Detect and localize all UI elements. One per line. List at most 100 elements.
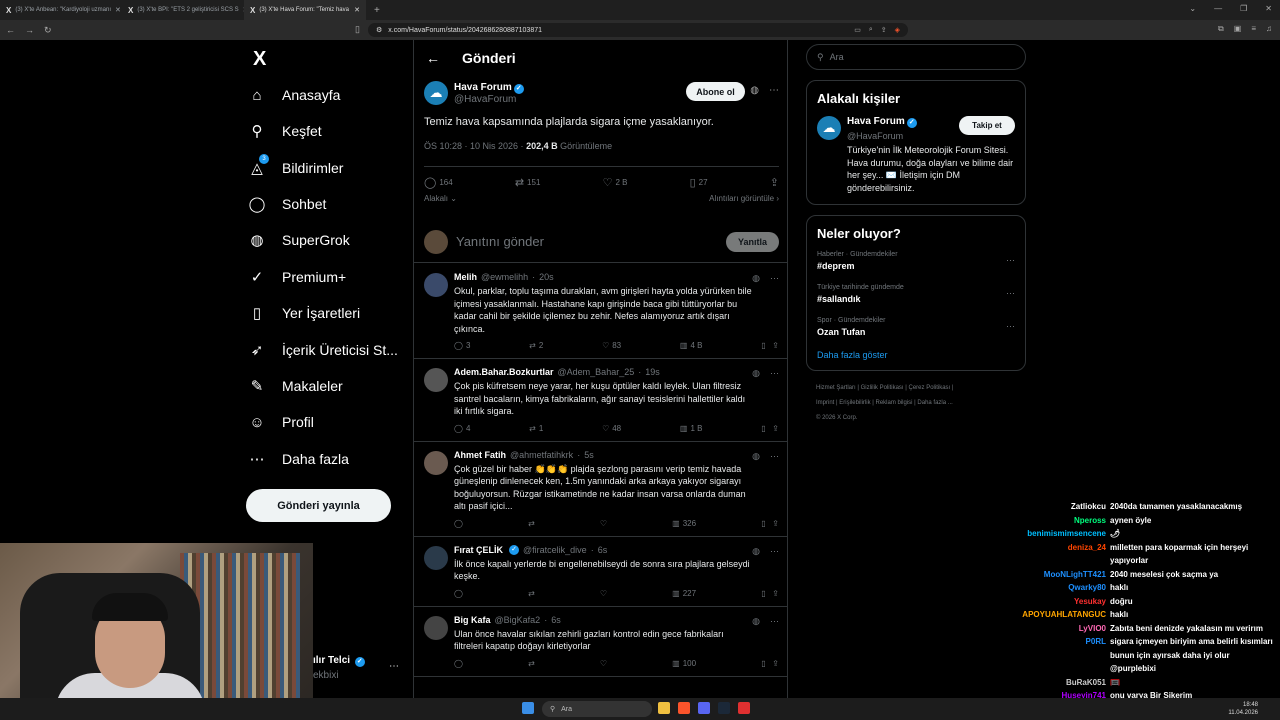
more-icon[interactable]: ⋯	[770, 273, 779, 284]
reply-sort-dropdown[interactable]: Alakalı ⌄	[424, 194, 457, 203]
search-input[interactable]: ⚲ Ara	[806, 44, 1026, 70]
close-icon[interactable]: ✕	[354, 6, 360, 14]
nav-premium[interactable]: ✓ Premium+	[246, 259, 416, 295]
nav-chat[interactable]: ◯ Sohbet	[246, 186, 416, 222]
more-icon[interactable]: ⋯	[389, 661, 399, 672]
bookmark-share[interactable]: ▯ ⇪	[761, 341, 779, 350]
nav-profile[interactable]: ☺ Profil	[246, 404, 416, 440]
more-icon[interactable]: ⋯	[770, 616, 779, 627]
bookmark-page-icon[interactable]: ▯	[355, 24, 360, 35]
reply-item[interactable]: Fırat ÇELİK ✓ @firatcelik_dive · 6s ◍ ⋯ İlk ö…	[414, 537, 787, 607]
repost-button[interactable]: ⇄	[528, 519, 535, 528]
grok-icon[interactable]: ◍	[752, 368, 760, 379]
reply-button[interactable]: ◯	[454, 589, 463, 598]
url-field[interactable]: ⚙ x.com/HavaForum/status/204268628088710…	[368, 23, 908, 37]
back-arrow-icon[interactable]: ←	[426, 50, 440, 66]
wallet-icon[interactable]: ▣	[1234, 24, 1242, 34]
trend-item[interactable]: Haberler · Gündemdekiler #deprem ⋯	[817, 251, 1015, 271]
steam-icon[interactable]	[718, 702, 730, 714]
taskbar-clock[interactable]: 18:48 11.04.2026	[1228, 701, 1258, 717]
music-icon[interactable]: ♫	[1266, 24, 1272, 34]
bookmark-share[interactable]: ▯ ⇪	[761, 659, 779, 668]
reply-button[interactable]: ◯ 3	[454, 341, 470, 350]
views-button[interactable]: ▥ 227	[672, 589, 696, 598]
reply-button[interactable]: ◯	[454, 519, 463, 528]
nav-supergrok[interactable]: ◍ SuperGrok	[246, 222, 416, 258]
app-icon[interactable]	[738, 702, 750, 714]
like-button[interactable]: ♡ 2 B	[603, 176, 628, 189]
more-icon[interactable]: ⋯	[770, 546, 779, 557]
views-button[interactable]: ▥ 4 B	[680, 341, 703, 350]
views-button[interactable]: ▥ 100	[672, 659, 696, 668]
grok-icon[interactable]: ◍	[752, 546, 760, 557]
grok-icon[interactable]: ◍	[752, 273, 760, 284]
show-more-link[interactable]: Daha fazla göster	[817, 350, 1015, 360]
like-button[interactable]: ♡ 83	[602, 341, 621, 350]
browser-tab-active[interactable]: X (3) X'te Hava Forum: "Temiz hava ✕	[244, 0, 366, 20]
avatar[interactable]	[424, 368, 448, 392]
reload-icon[interactable]: ↻	[44, 25, 52, 36]
browser-tab[interactable]: X (3) X'te BPI: "ETS 2 geliştiricisi SCS …	[122, 0, 244, 20]
views-button[interactable]: ▥ 326	[672, 519, 696, 528]
site-info-icon[interactable]: ⚙	[376, 26, 382, 34]
nav-notifications[interactable]: ◬ 3 Bildirimler	[246, 150, 416, 186]
trend-item[interactable]: Spor · Gündemdekiler Ozan Tufan ⋯	[817, 317, 1015, 337]
more-icon[interactable]: ⋯	[1006, 321, 1015, 332]
repost-button[interactable]: ⇄ 2	[529, 341, 543, 350]
taskbar-search[interactable]: ⚲ Ara	[542, 701, 652, 717]
reply-button[interactable]: ◯ 4	[454, 424, 470, 433]
reply-item[interactable]: Melih @ewmelihh · 20s ◍ ⋯ Okul, parklar, top…	[414, 264, 787, 359]
like-button[interactable]: ♡	[600, 659, 607, 668]
more-icon[interactable]: ⋯	[1006, 288, 1015, 299]
brave-icon[interactable]	[678, 702, 690, 714]
more-icon[interactable]: ⋯	[770, 451, 779, 462]
avatar[interactable]	[424, 545, 448, 570]
avatar[interactable]: ☁	[817, 116, 841, 140]
views-button[interactable]: ▥ 1 B	[680, 424, 703, 433]
reply-input[interactable]: Yanıtını gönder	[456, 234, 544, 249]
zoom-icon[interactable]: ⌕	[869, 26, 873, 34]
bookmark-share[interactable]: ▯ ⇪	[761, 519, 779, 528]
nav-bookmarks[interactable]: ▯ Yer İşaretleri	[246, 295, 416, 331]
nav-more[interactable]: ⋯ Daha fazla	[246, 441, 416, 477]
avatar[interactable]	[424, 273, 448, 297]
bookmark-share[interactable]: ▯ ⇪	[761, 589, 779, 598]
like-button[interactable]: ♡	[600, 519, 607, 528]
reply-button[interactable]: ◯ 164	[424, 176, 453, 189]
file-explorer-icon[interactable]	[658, 702, 670, 714]
reply-item[interactable]: Adem.Bahar.Bozkurtlar @Adem_Bahar_25 · 19s …	[414, 359, 787, 442]
related-person[interactable]: ☁ Hava Forum ✓ @HavaForum Türkiye'nin İlk…	[817, 116, 1015, 194]
grok-icon[interactable]: ◍	[752, 616, 760, 627]
more-icon[interactable]: ⋯	[770, 368, 779, 379]
menu-icon[interactable]: ≡	[1251, 24, 1256, 34]
reply-item[interactable]: Big Kafa @BigKafa2 · 6s ◍ ⋯ Ulan önce havala…	[414, 607, 787, 677]
brave-shield-icon[interactable]: ◈	[895, 26, 900, 34]
repost-button[interactable]: ⇄	[528, 659, 535, 668]
avatar[interactable]	[424, 615, 448, 640]
maximize-icon[interactable]: ❐	[1240, 4, 1247, 13]
trend-item[interactable]: Türkiye tarihinde gündemde #sallandık ⋯	[817, 284, 1015, 304]
forward-icon[interactable]: →	[25, 25, 34, 35]
repost-button[interactable]: ⇄ 1	[529, 424, 543, 433]
follow-button[interactable]: Takip et	[959, 116, 1015, 135]
reply-item[interactable]: Ahmet Fatih @ahmetfatihkrk · 5s ◍ ⋯ Çok güze…	[414, 442, 787, 537]
nav-home[interactable]: ⌂ Anasayfa	[246, 77, 416, 113]
author-handle[interactable]: @HavaForum	[454, 94, 524, 105]
nav-articles[interactable]: ✎ Makaleler	[246, 368, 416, 404]
close-window-icon[interactable]: ✕	[1265, 4, 1272, 13]
close-icon[interactable]: ✕	[115, 6, 121, 14]
author-name[interactable]: Hava Forum	[454, 82, 512, 93]
extensions-icon[interactable]: ⧉	[1218, 24, 1224, 34]
account-switcher[interactable]: ılır Telci ✓ ekbixi ⋯	[313, 655, 399, 681]
reply-submit-button[interactable]: Yanıtla	[726, 232, 779, 252]
nav-explore[interactable]: ⚲ Keşfet	[246, 113, 416, 149]
discord-icon[interactable]	[698, 702, 710, 714]
minimize-icon[interactable]: —	[1214, 4, 1222, 13]
chevron-down-icon[interactable]: ⌄	[1189, 4, 1196, 13]
grok-icon[interactable]: ◍	[752, 451, 760, 462]
avatar[interactable]: ☁	[424, 81, 448, 105]
bookmark-share[interactable]: ▯ ⇪	[761, 424, 779, 433]
more-icon[interactable]: ⋯	[769, 85, 779, 96]
x-logo[interactable]: X	[253, 48, 266, 71]
browser-tab[interactable]: X (3) X'te Anbean: "Kardiyoloji uzmanı ✕	[0, 0, 122, 20]
